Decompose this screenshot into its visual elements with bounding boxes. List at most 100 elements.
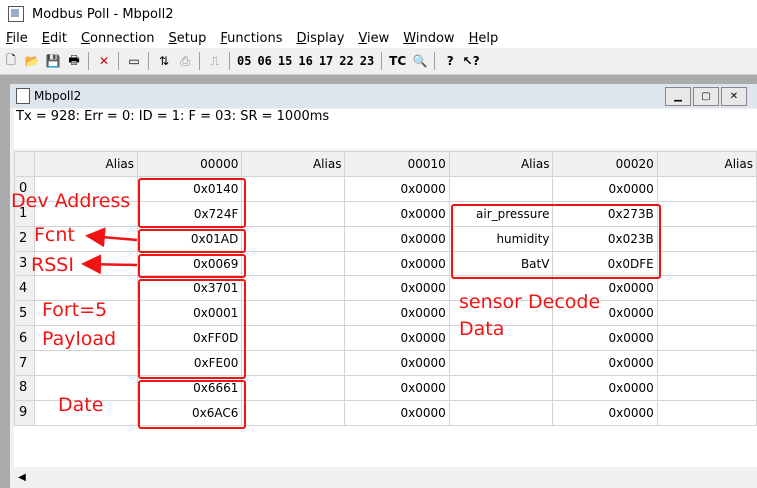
value-cell[interactable]: 0x0000 — [344, 175, 450, 202]
alias-cell[interactable] — [241, 375, 346, 401]
toolbar-separator — [88, 52, 89, 70]
table-row: 6 0xFF0D 0x0000 0x0000 — [14, 325, 757, 352]
disconnect-icon[interactable]: ✕ — [96, 53, 112, 69]
magnifier-icon[interactable]: 🔍 — [412, 53, 428, 69]
value-cell[interactable]: 0x0000 — [344, 325, 450, 352]
value-cell[interactable]: 0x0000 — [344, 375, 450, 401]
menu-setup[interactable]: Setup — [169, 31, 207, 46]
table-row: 7 0xFE00 0x0000 0x0000 — [14, 350, 757, 377]
alias-cell[interactable] — [241, 200, 346, 227]
menu-view[interactable]: View — [358, 31, 389, 46]
alias-cell[interactable] — [33, 275, 139, 302]
alias-cell[interactable] — [656, 300, 757, 327]
menu-display[interactable]: Display — [296, 31, 344, 46]
alias-cell[interactable] — [241, 175, 346, 202]
value-cell[interactable]: 0x0000 — [344, 200, 450, 227]
new-document-icon[interactable]: 🗋 — [3, 53, 19, 69]
column-header: 00010 — [344, 151, 450, 177]
open-folder-icon[interactable]: 📂 — [24, 53, 40, 69]
alias-cell[interactable] — [241, 300, 346, 327]
child-title-bar: Mbpoll2 ▁ ▢ ✕ — [10, 84, 757, 108]
table-row: 9 0x6AC6 0x0000 0x0000 — [14, 399, 757, 426]
value-cell[interactable]: 0x0000 — [552, 350, 658, 377]
annotation-box-sensor-data — [451, 204, 661, 279]
alias-cell[interactable] — [241, 399, 346, 426]
alias-cell[interactable] — [448, 399, 554, 426]
minimize-icon[interactable]: ▁ — [665, 87, 691, 106]
table-row: 4 0x3701 0x0000 0x0000 — [14, 275, 757, 302]
alias-cell[interactable] — [656, 325, 757, 352]
fcode-06-button[interactable]: 06 — [257, 54, 271, 68]
alias-cell[interactable] — [241, 325, 346, 352]
value-cell[interactable]: 0x0000 — [344, 350, 450, 377]
save-icon[interactable]: 💾 — [45, 53, 61, 69]
alias-cell[interactable] — [656, 375, 757, 401]
alias-cell[interactable] — [448, 175, 554, 202]
menu-functions[interactable]: Functions — [220, 31, 282, 46]
fcode-16-button[interactable]: 16 — [298, 54, 312, 68]
column-header: 00020 — [552, 151, 658, 177]
help-icon[interactable]: ? — [442, 53, 458, 69]
value-cell[interactable]: 0x0000 — [344, 225, 450, 252]
alias-cell[interactable] — [241, 225, 346, 252]
value-cell[interactable]: 0x0000 — [552, 325, 658, 352]
window-title: Modbus Poll - Mbpoll2 — [32, 6, 174, 22]
fcode-23-button[interactable]: 23 — [360, 54, 374, 68]
menu-window[interactable]: Window — [403, 31, 454, 46]
value-cell[interactable]: 0x0000 — [552, 375, 658, 401]
fcode-17-button[interactable]: 17 — [319, 54, 333, 68]
menu-edit[interactable]: Edit — [42, 31, 67, 46]
alias-cell[interactable] — [656, 350, 757, 377]
column-header: Alias — [448, 151, 554, 177]
row-number: 9 — [14, 399, 35, 426]
alias-cell[interactable] — [656, 200, 757, 227]
row-number: 5 — [14, 300, 35, 327]
value-cell[interactable]: 0x0000 — [344, 275, 450, 302]
value-cell[interactable]: 0x0000 — [344, 399, 450, 426]
alias-cell[interactable] — [656, 250, 757, 277]
alias-cell[interactable] — [33, 350, 139, 377]
value-cell[interactable]: 0x0000 — [552, 399, 658, 426]
fcode-05-button[interactable]: 05 — [237, 54, 251, 68]
corner-cell — [14, 151, 35, 177]
horizontal-scrollbar[interactable]: ◀ — [14, 467, 757, 488]
alias-cell[interactable] — [448, 375, 554, 401]
toolbar-separator — [148, 52, 149, 70]
column-header: 00000 — [137, 151, 243, 177]
child-title: Mbpoll2 — [34, 89, 82, 103]
alias-cell[interactable] — [241, 250, 346, 277]
alias-cell[interactable] — [656, 399, 757, 426]
fcode-15-button[interactable]: 15 — [278, 54, 292, 68]
toolbar-separator — [199, 52, 200, 70]
close-icon[interactable]: ✕ — [721, 87, 747, 106]
annotation-rssi: RSSI — [31, 254, 74, 276]
value-cell[interactable]: 0x0000 — [344, 300, 450, 327]
scroll-left-icon[interactable]: ◀ — [14, 472, 30, 483]
alias-cell[interactable] — [241, 350, 346, 377]
value-cell[interactable]: 0x0000 — [344, 250, 450, 277]
traffic-button[interactable]: TC — [389, 54, 406, 68]
printer-setup-icon[interactable]: ⎙ — [177, 53, 193, 69]
column-header: Alias — [241, 151, 346, 177]
alias-cell[interactable] — [241, 275, 346, 302]
alias-cell[interactable] — [656, 225, 757, 252]
annotation-box-dev-address — [138, 178, 246, 228]
annotation-date: Date — [58, 394, 104, 416]
table-row: 5 0x0001 0x0000 0x0000 — [14, 300, 757, 327]
maximize-icon[interactable]: ▢ — [693, 87, 719, 106]
read-write-icon[interactable]: ⇅ — [156, 53, 172, 69]
fcode-22-button[interactable]: 22 — [339, 54, 353, 68]
annotation-data: Data — [459, 318, 505, 340]
value-cell[interactable]: 0x0000 — [552, 175, 658, 202]
menu-help[interactable]: Help — [469, 31, 499, 46]
annotation-box-rssi — [138, 254, 246, 278]
print-icon[interactable]: 🖶 — [66, 53, 82, 69]
pulse-icon[interactable]: ⎍ — [207, 53, 223, 69]
alias-cell[interactable] — [448, 350, 554, 377]
menu-file[interactable]: File — [6, 31, 28, 46]
alias-cell[interactable] — [656, 175, 757, 202]
window-icon[interactable]: ▭ — [126, 53, 142, 69]
context-help-icon[interactable]: ↖? — [463, 53, 480, 69]
alias-cell[interactable] — [656, 275, 757, 302]
menu-connection[interactable]: Connection — [81, 31, 155, 46]
